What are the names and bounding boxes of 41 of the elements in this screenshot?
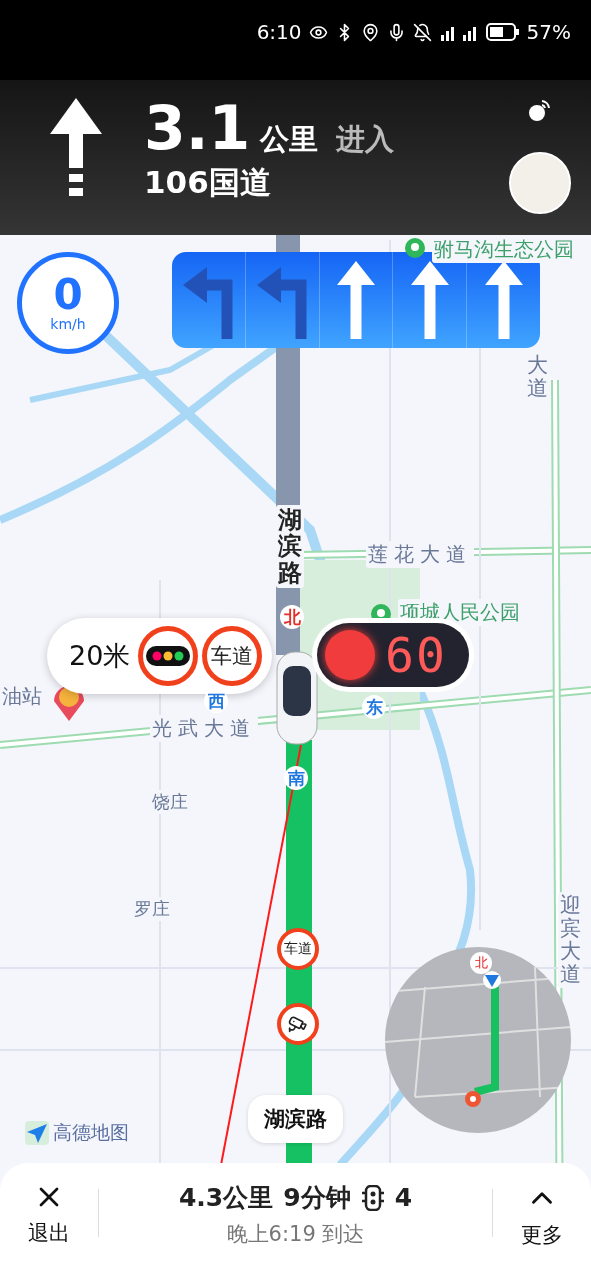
road-label: 湖滨路 — [276, 505, 304, 589]
straight-arrow-icon — [410, 261, 449, 339]
place-label: 罗庄 — [132, 897, 172, 921]
satellite-icon — [528, 98, 552, 122]
traffic-light-count: 4 — [394, 1183, 413, 1212]
paper-plane-icon — [25, 1121, 49, 1145]
traffic-light-icon — [360, 1184, 385, 1211]
arrival-time: 晚上6:19 到达 — [226, 1221, 365, 1248]
location-icon — [360, 22, 380, 42]
speed-unit: km/h — [50, 316, 86, 332]
place-label: 饶庄 — [150, 790, 190, 814]
battery-percent: 57% — [526, 20, 571, 44]
traffic-light-icon — [146, 646, 191, 666]
lane-sign: 车道 — [202, 626, 263, 686]
road-label: 莲花大道 — [366, 541, 474, 568]
logo-text: 高德地图 — [53, 1120, 129, 1145]
battery-icon — [485, 23, 520, 41]
remaining-distance: 4.3公里 — [178, 1182, 274, 1214]
lane-marker: 车道 — [277, 928, 319, 970]
road-label: 光武大道 — [150, 715, 258, 742]
signal-lamp-icon — [325, 630, 375, 680]
straight-arrow-icon — [50, 98, 102, 198]
exit-button[interactable]: 退出 — [0, 1181, 98, 1247]
status-time: 6:10 — [256, 20, 302, 44]
camera-icon — [288, 1014, 308, 1034]
park-pin-icon — [404, 237, 426, 259]
distance-unit: 公里 — [260, 121, 319, 158]
road-name-label: 湖滨路 — [248, 1095, 343, 1143]
bell-off-icon — [412, 22, 432, 42]
alert-distance: 20米 — [69, 639, 131, 673]
straight-arrow-icon — [484, 261, 523, 339]
turn-distance: 3.1 — [144, 98, 251, 158]
more-button[interactable]: 更多 — [493, 1181, 591, 1249]
straight-arrow-icon — [337, 261, 375, 339]
turn-action: 进入 — [336, 121, 395, 158]
car-icon — [274, 650, 320, 746]
remaining-time: 9分钟 — [283, 1182, 351, 1214]
speed-value: 0 — [53, 274, 83, 316]
next-road-name: 106国道 — [144, 163, 272, 202]
minimap-north: 北 — [470, 952, 492, 974]
countdown-seconds: 60 — [385, 627, 447, 683]
